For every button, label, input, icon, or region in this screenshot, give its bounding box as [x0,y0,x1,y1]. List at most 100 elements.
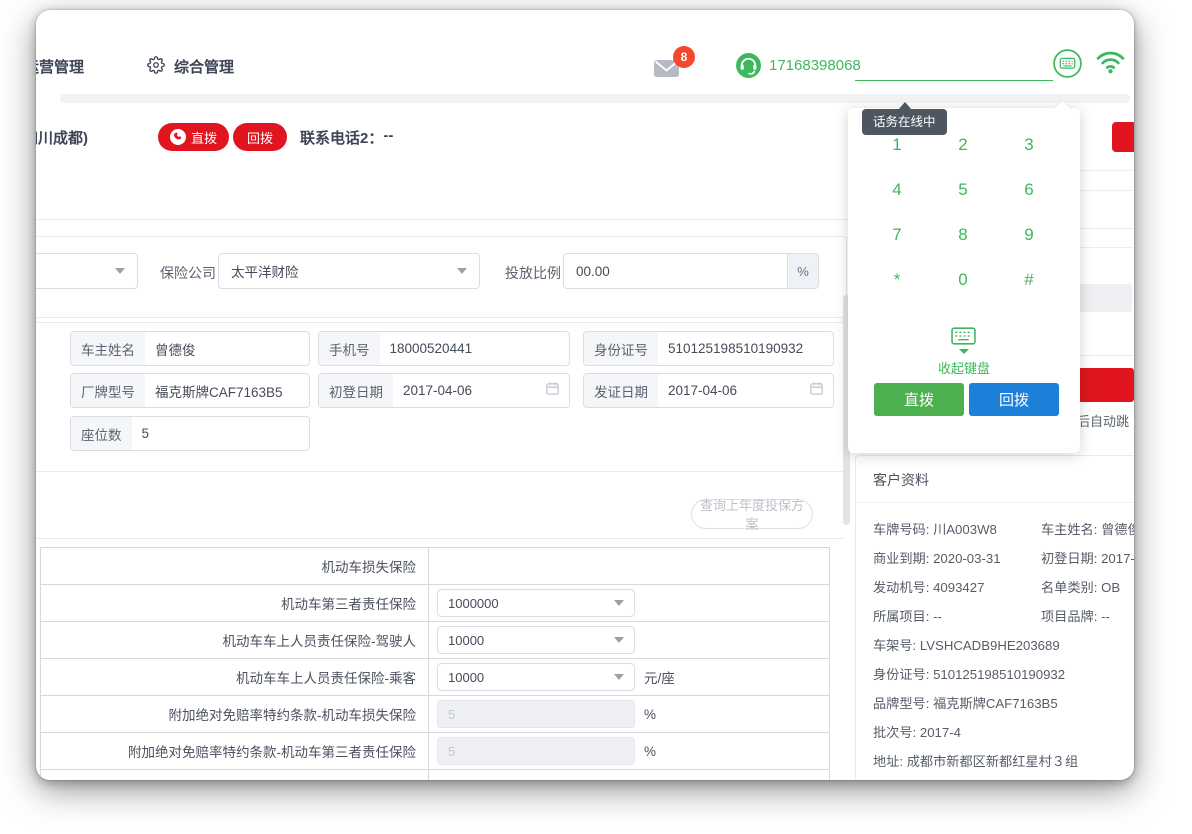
table-row: 机动车第三者责任保险 1000000 [41,585,829,622]
table-row: 机动车损失保险 [41,548,829,585]
row-divider [1072,247,1134,248]
nav-menu-general[interactable]: 综合管理 [174,56,234,77]
direct-dial-button[interactable]: 直拨 [158,123,229,151]
table-row-partial [41,770,829,780]
row-divider [1072,190,1134,191]
seats-label: 座位数 [71,417,132,450]
section-divider [36,538,845,539]
mobile-label: 手机号 [319,332,380,365]
ratio-input-group: 00.00 % [563,253,819,289]
customer-info-row: 车牌号码: 川A003W8 车主姓名: 曾德俊 [873,514,1134,543]
key-6[interactable]: 6 [996,167,1062,212]
model-value: 福克斯牌CAF7163B5 [145,381,293,401]
coverage-label: 机动车车上人员责任保险-乘客 [41,659,429,695]
dialpad-keyboard-icon[interactable] [1052,48,1083,84]
clipped-submit-button[interactable] [1074,368,1134,402]
project-brand: 项目品牌: -- [1041,606,1110,625]
id-number-value: 510125198510190932 [658,341,813,356]
customer-info-row: 品牌型号: 福克斯牌CAF7163B5 [873,688,1134,717]
model-label: 厂牌型号 [71,374,145,407]
dialpad-direct-dial-button[interactable]: 直拨 [874,383,964,416]
model-field[interactable]: 厂牌型号 福克斯牌CAF7163B5 [70,373,310,408]
keyboard-icon [951,327,976,350]
table-row: 机动车车上人员责任保险-驾驶人 10000 [41,622,829,659]
id-number-field[interactable]: 身份证号 510125198510190932 [583,331,834,366]
key-star[interactable]: * [864,257,930,302]
key-8[interactable]: 8 [930,212,996,257]
issue-date-label: 发证日期 [584,374,658,407]
id-number-label: 身份证号 [584,332,658,365]
key-7[interactable]: 7 [864,212,930,257]
ratio-input[interactable]: 00.00 [564,254,787,288]
coverage-label: 机动车车上人员责任保险-驾驶人 [41,622,429,658]
key-hash[interactable]: # [996,257,1062,302]
key-5[interactable]: 5 [930,167,996,212]
clipped-red-action-button[interactable] [1112,122,1134,152]
coverage-amount-value: 10000 [448,633,484,648]
first-reg-label: 初登日期 [319,374,393,407]
owner-name-label: 车主姓名 [71,332,145,365]
coverage-amount-select[interactable]: 1000000 [437,589,635,617]
chevron-down-icon [614,600,624,606]
wifi-status-icon [1094,47,1127,80]
gear-icon [147,56,165,79]
table-row: 附加绝对免赔率特约条款-机动车损失保险 5 % [41,696,829,733]
owner-name: 车主姓名: 曾德俊 [1041,519,1134,538]
customer-info-row: 所属项目: -- 项目品牌: -- [873,601,1134,630]
chevron-down-icon [614,674,624,680]
coverage-suffix: % [644,744,656,759]
ratio-suffix: % [787,254,818,288]
vin-number: 车架号: LVSHCADB9HE203689 [873,635,1060,654]
phone-icon [170,129,186,145]
address: 地址: 成都市新都区新都红星村３组 [873,751,1078,770]
app-window: 运营管理 综合管理 8 17168398068 [36,10,1134,780]
agent-phone-number: 17168398068 [769,57,861,74]
section-divider [36,219,856,220]
table-row: 附加绝对免赔率特约条款-机动车第三者责任保险 5 % [41,733,829,770]
issue-date-field[interactable]: 发证日期 2017-04-06 [583,373,834,408]
first-reg-value: 2017-04-06 [393,383,482,398]
insurer-label: 保险公司 [160,263,216,283]
dial-number-input[interactable] [855,56,1053,81]
customer-info-row: 商业到期: 2020-03-31 初登日期: 2017-04- [873,543,1134,572]
first-reg-date-field[interactable]: 初登日期 2017-04-06 [318,373,570,408]
coverage-amount-select[interactable]: 10000 [437,626,635,654]
callback-button[interactable]: 回拨 [233,123,287,151]
owner-name-field[interactable]: 车主姓名 曾德俊 [70,331,310,366]
collapse-keyboard-button[interactable]: 收起键盘 [848,358,1080,377]
coverage-amount-value: 10000 [448,670,484,685]
coverage-amount-select[interactable]: 10000 [437,663,635,691]
owner-name-value: 曾德俊 [145,339,206,359]
customer-info-row: 车架号: LVSHCADB9HE203689 [873,630,1134,659]
query-last-year-plan-button[interactable]: 查询上年度投保方案 [691,499,813,529]
horizontal-scrollbar-track[interactable] [60,94,1130,103]
customer-info-row: 身份证号: 510125198510190932 [873,659,1134,688]
coverage-suffix: 元/座 [644,667,675,687]
contact-phone2: 联系电话2： -- [300,127,393,148]
insurer-select[interactable]: 太平洋财险 [218,253,480,289]
coverage-label: 附加绝对免赔率特约条款-机动车损失保险 [41,696,429,732]
coverage-label: 机动车第三者责任保险 [41,585,429,621]
nav-menu-operations[interactable]: 运营管理 [36,56,84,77]
brand-model: 品牌型号: 福克斯牌CAF7163B5 [873,693,1058,712]
seats-field[interactable]: 座位数 5 [70,416,310,451]
customer-location-clipped: 四川成都) [36,127,88,148]
clipped-select[interactable] [36,253,138,289]
agent-status-text: 话务在线中 [873,115,936,129]
key-4[interactable]: 4 [864,167,930,212]
commercial-expiry: 商业到期: 2020-03-31 [873,548,1041,567]
mobile-field[interactable]: 手机号 18000520441 [318,331,570,366]
key-3[interactable]: 3 [996,122,1062,167]
customer-info-panel: 客户资料 车牌号码: 川A003W8 车主姓名: 曾德俊 商业到期: 2020-… [855,455,1134,780]
dialpad-popup: 1 2 3 4 5 6 7 8 9 * 0 # 收起键盘 直拨 回拨 [848,108,1080,453]
coverage-table: 机动车损失保险 机动车第三者责任保险 1000000 机动车车上人员责任保险-驾… [40,547,830,780]
agent-status-tooltip: 话务在线中 [862,109,947,135]
plate-number: 车牌号码: 川A003W8 [873,519,1041,538]
coverage-suffix: % [644,707,656,722]
ratio-label: 投放比例 [505,263,561,283]
key-0[interactable]: 0 [930,257,996,302]
dialpad-callback-button[interactable]: 回拨 [969,383,1059,416]
list-category: 名单类别: OB [1041,577,1120,596]
disabled-input-clipped [1074,284,1132,312]
key-9[interactable]: 9 [996,212,1062,257]
